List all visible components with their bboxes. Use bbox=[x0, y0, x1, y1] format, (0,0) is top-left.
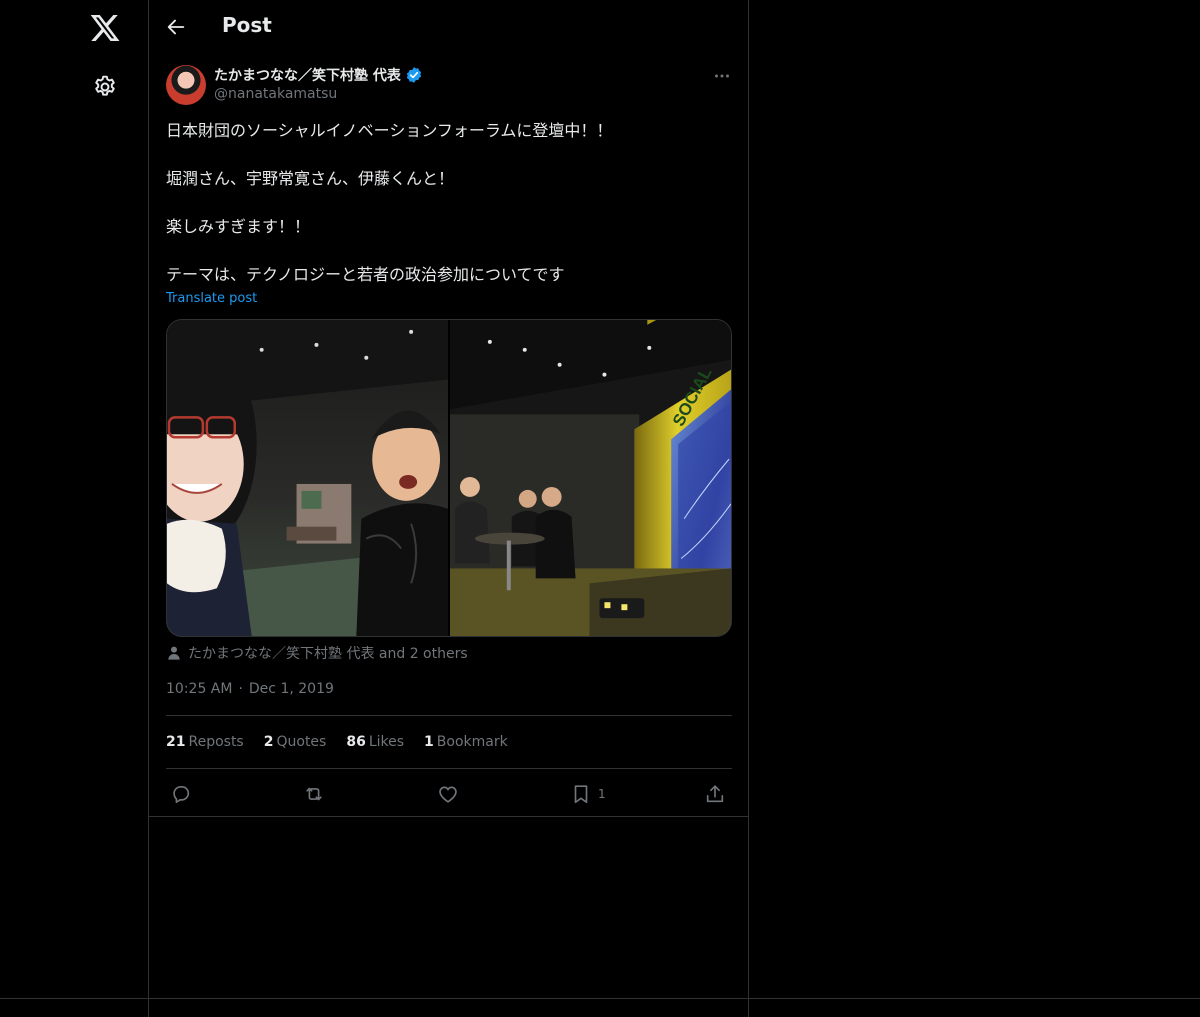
repost-icon bbox=[306, 787, 322, 801]
translate-post-link[interactable]: Translate post bbox=[166, 291, 257, 306]
timestamp-separator: · bbox=[238, 681, 243, 697]
share-icon bbox=[706, 785, 724, 803]
bookmark-icon bbox=[574, 785, 588, 804]
reply-button[interactable] bbox=[170, 783, 192, 805]
person-icon bbox=[168, 646, 180, 660]
left-nav bbox=[0, 0, 149, 1017]
quotes-label: Quotes bbox=[276, 734, 327, 750]
likes-count: 86 bbox=[346, 734, 366, 750]
quotes-stat[interactable]: 2 Quotes bbox=[264, 734, 327, 750]
reply-icon bbox=[173, 786, 190, 804]
bookmark-button[interactable]: 1 bbox=[570, 783, 606, 805]
verified-badge-icon bbox=[406, 67, 421, 83]
post-date: Dec 1, 2019 bbox=[248, 681, 334, 697]
stats-divider-top bbox=[166, 715, 732, 716]
reposts-stat[interactable]: 21 Reposts bbox=[166, 734, 244, 750]
photo-stage[interactable]: SOCIAL bbox=[450, 320, 731, 636]
tagged-users[interactable]: たかまつなな／笑下村塾 代表 and 2 others bbox=[166, 643, 468, 663]
main-column: Post たかまつなな／笑下村塾 代表 @nanatakamatsu 日本財団の… bbox=[149, 0, 749, 1017]
stats-divider-bottom bbox=[166, 768, 732, 769]
bookmarks-stat[interactable]: 1 Bookmark bbox=[424, 734, 508, 750]
like-button[interactable] bbox=[437, 783, 459, 805]
author-name[interactable]: たかまつなな／笑下村塾 代表 bbox=[214, 65, 423, 85]
like-icon bbox=[439, 786, 457, 803]
reposts-label: Reposts bbox=[188, 734, 244, 750]
post-text-line: テーマは、テクノロジーと若者の政治参加についてです bbox=[166, 265, 565, 284]
post-media: SOCIAL bbox=[166, 319, 732, 637]
post-stats: 21 Reposts 2 Quotes 86 Likes 1 Bookmark bbox=[166, 734, 508, 750]
page-header: Post bbox=[149, 0, 748, 54]
post-text-line: 堀潤さん、宇野常寛さん、伊藤くんと！ bbox=[166, 169, 455, 188]
repost-button[interactable] bbox=[303, 783, 325, 805]
bookmark-count: 1 bbox=[598, 787, 606, 801]
author-handle[interactable]: @nanatakamatsu bbox=[214, 86, 337, 102]
page-title: Post bbox=[222, 13, 272, 37]
post-text-line: 日本財団のソーシャルイノベーションフォーラムに登壇中！！ bbox=[166, 121, 613, 140]
post-text: 日本財団のソーシャルイノベーションフォーラムに登壇中！！ 堀潤さん、宇野常寛さん… bbox=[166, 119, 726, 287]
avatar[interactable] bbox=[166, 65, 206, 105]
bookmarks-label: Bookmark bbox=[436, 734, 508, 750]
post-text-line: 楽しみすぎます！！ bbox=[166, 217, 311, 236]
gear-icon[interactable] bbox=[92, 74, 118, 100]
back-arrow-icon[interactable] bbox=[165, 16, 187, 38]
x-logo-icon[interactable] bbox=[89, 12, 121, 44]
more-icon[interactable] bbox=[711, 65, 733, 87]
share-button[interactable] bbox=[704, 783, 726, 805]
author-name-text: たかまつなな／笑下村塾 代表 bbox=[214, 68, 401, 84]
bookmarks-count: 1 bbox=[424, 734, 434, 750]
post-bottom-divider bbox=[149, 816, 748, 817]
tagged-users-text: たかまつなな／笑下村塾 代表 and 2 others bbox=[188, 646, 468, 662]
quotes-count: 2 bbox=[263, 734, 274, 750]
post-time: 10:25 AM bbox=[166, 681, 233, 697]
photo-selfie[interactable] bbox=[167, 320, 448, 636]
reposts-count: 21 bbox=[166, 734, 186, 750]
likes-stat[interactable]: 86 Likes bbox=[346, 734, 404, 750]
post-timestamp[interactable]: 10:25 AM · Dec 1, 2019 bbox=[166, 681, 334, 697]
likes-label: Likes bbox=[368, 734, 405, 750]
post-actions: 1 bbox=[166, 779, 732, 807]
